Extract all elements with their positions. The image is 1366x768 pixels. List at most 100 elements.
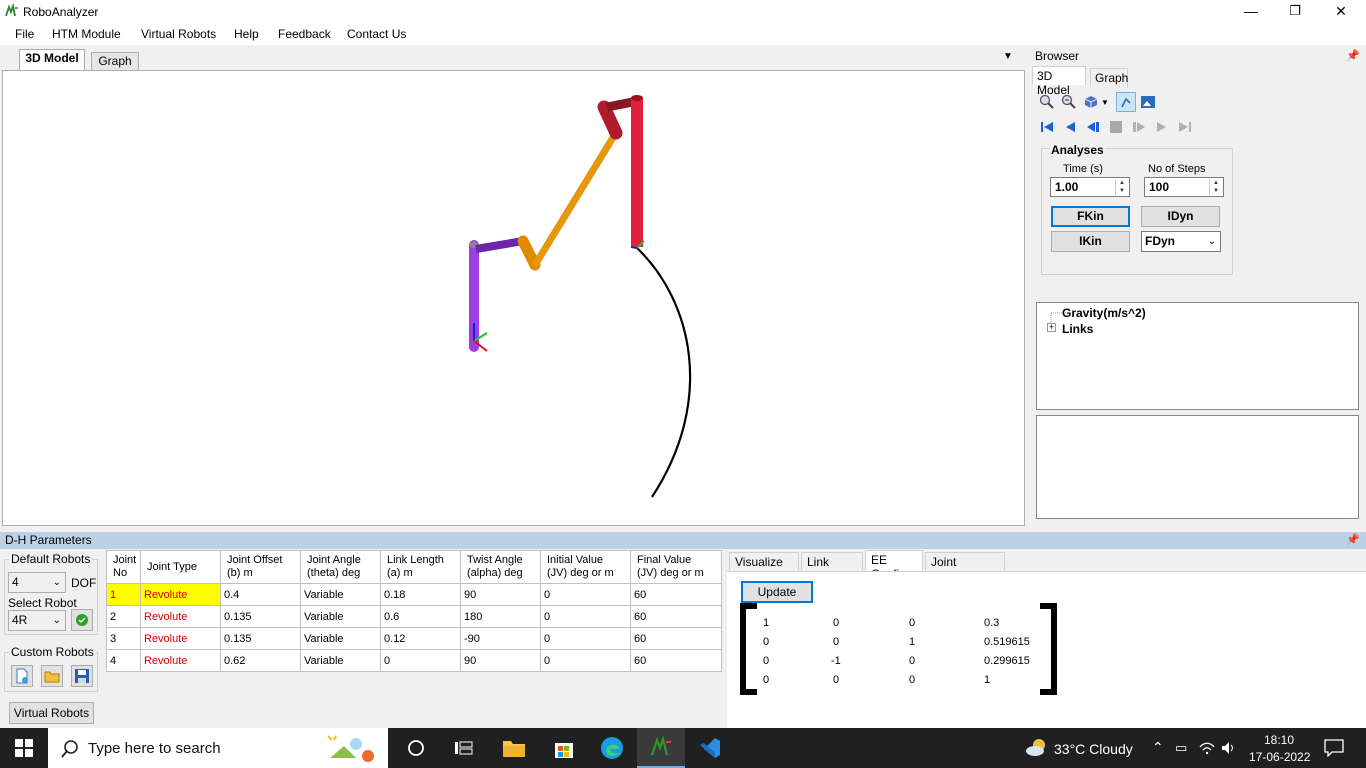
minimize-button[interactable]: — xyxy=(1228,0,1274,23)
new-robot-button[interactable] xyxy=(11,665,33,687)
tab-ee-config[interactable]: EE Config xyxy=(865,550,923,581)
frame-view-icon[interactable] xyxy=(1116,92,1136,112)
cell-joint-offset[interactable]: 0.135 xyxy=(220,627,301,650)
tab-dropdown-icon[interactable]: ▼ xyxy=(1003,51,1013,62)
cell-joint-offset[interactable]: 0.4 xyxy=(220,583,301,606)
cell-link-length[interactable]: 0 xyxy=(380,649,461,672)
menu-virtual-robots[interactable]: Virtual Robots xyxy=(141,27,216,41)
taskbar-search[interactable]: Type here to search xyxy=(48,728,388,768)
task-view-icon[interactable] xyxy=(392,728,440,768)
fdyn-select[interactable]: FDyn ⌄ xyxy=(1141,231,1221,252)
ikin-button[interactable]: IKin xyxy=(1051,231,1130,252)
open-robot-button[interactable] xyxy=(41,665,63,687)
screenshot-icon[interactable] xyxy=(1139,93,1157,111)
browser-tab-graph[interactable]: Graph xyxy=(1090,68,1128,87)
tree-node-links[interactable]: Links xyxy=(1062,322,1093,336)
cell-initial-value[interactable]: 0 xyxy=(540,583,631,606)
tray-chevron-icon[interactable]: ⌃ xyxy=(1152,739,1164,756)
cell-link-length[interactable]: 0.6 xyxy=(380,605,461,628)
stop-icon[interactable] xyxy=(1107,118,1125,136)
menu-contact-us[interactable]: Contact Us xyxy=(347,27,406,41)
robot-select[interactable]: 4R ⌄ xyxy=(8,610,66,631)
notifications-icon[interactable] xyxy=(1324,739,1344,757)
steps-input[interactable]: 100 ▲ ▼ xyxy=(1144,177,1224,197)
menu-feedback[interactable]: Feedback xyxy=(278,27,331,41)
cell-final-value[interactable]: 60 xyxy=(630,649,722,672)
wifi-icon[interactable] xyxy=(1199,741,1215,755)
spinner-arrows-icon[interactable]: ▲ ▼ xyxy=(1115,179,1128,195)
cell-link-length[interactable]: 0.12 xyxy=(380,627,461,650)
widgets-icon[interactable] xyxy=(440,728,488,768)
time-input[interactable]: 1.00 ▲ ▼ xyxy=(1050,177,1130,197)
cell-final-value[interactable]: 60 xyxy=(630,583,722,606)
save-robot-button[interactable] xyxy=(71,665,93,687)
tab-3d-model[interactable]: 3D Model xyxy=(19,49,85,70)
zoom-out-icon[interactable] xyxy=(1060,93,1078,111)
cell-twist-angle[interactable]: 180 xyxy=(460,605,541,628)
cell-joint-angle[interactable]: Variable xyxy=(300,627,381,650)
menu-htm-module[interactable]: HTM Module xyxy=(52,27,121,41)
model-tree[interactable]: Gravity(m/s^2) + Links xyxy=(1036,302,1359,410)
step-back-icon[interactable] xyxy=(1084,118,1102,136)
cell-final-value[interactable]: 60 xyxy=(630,605,722,628)
cell-joint-type[interactable]: Revolute xyxy=(140,583,221,606)
cell-twist-angle[interactable]: -90 xyxy=(460,627,541,650)
cell-joint-no[interactable]: 1 xyxy=(106,583,141,606)
cell-final-value[interactable]: 60 xyxy=(630,627,722,650)
view-dropdown-icon[interactable]: ▼ xyxy=(1100,93,1110,111)
cell-joint-offset[interactable]: 0.135 xyxy=(220,605,301,628)
vscode-icon[interactable] xyxy=(686,728,734,768)
step-forward-icon[interactable] xyxy=(1130,118,1148,136)
edge-browser-icon[interactable] xyxy=(588,728,636,768)
cell-joint-angle[interactable]: Variable xyxy=(300,583,381,606)
file-explorer-icon[interactable] xyxy=(490,728,538,768)
play-icon[interactable] xyxy=(1153,118,1171,136)
tab-joint-trajectory[interactable]: Joint Trajectory xyxy=(925,552,1005,583)
cell-joint-no[interactable]: 4 xyxy=(106,649,141,672)
3d-viewport[interactable] xyxy=(2,70,1025,526)
cell-joint-no[interactable]: 2 xyxy=(106,605,141,628)
pin-icon[interactable]: 📌 xyxy=(1346,532,1360,549)
battery-icon[interactable]: ▭ xyxy=(1175,740,1187,756)
update-button[interactable]: Update xyxy=(741,581,813,603)
roboanalyzer-taskbar-icon[interactable] xyxy=(637,728,685,768)
fkin-button[interactable]: FKin xyxy=(1051,206,1130,227)
cell-initial-value[interactable]: 0 xyxy=(540,605,631,628)
virtual-robots-button[interactable]: Virtual Robots xyxy=(9,702,94,724)
cell-initial-value[interactable]: 0 xyxy=(540,627,631,650)
menu-file[interactable]: File xyxy=(15,27,34,41)
cell-joint-type[interactable]: Revolute xyxy=(140,627,221,650)
tab-graph[interactable]: Graph xyxy=(91,52,139,70)
cell-joint-angle[interactable]: Variable xyxy=(300,649,381,672)
view-cube-icon[interactable] xyxy=(1082,93,1100,111)
cell-joint-type[interactable]: Revolute xyxy=(140,605,221,628)
zoom-in-icon[interactable] xyxy=(1038,93,1056,111)
tree-node-gravity[interactable]: Gravity(m/s^2) xyxy=(1062,306,1146,320)
windows-start-icon[interactable] xyxy=(0,728,48,768)
cell-link-length[interactable]: 0.18 xyxy=(380,583,461,606)
tab-visualize-dh[interactable]: Visualize DH xyxy=(729,552,799,583)
cell-joint-offset[interactable]: 0.62 xyxy=(220,649,301,672)
microsoft-store-icon[interactable] xyxy=(540,728,588,768)
pin-icon[interactable]: 📌 xyxy=(1346,48,1360,65)
last-frame-icon[interactable] xyxy=(1176,118,1194,136)
idyn-button[interactable]: IDyn xyxy=(1141,206,1220,227)
weather-text[interactable]: 33°C Cloudy xyxy=(1054,741,1133,757)
first-frame-icon[interactable] xyxy=(1038,118,1056,136)
dof-select[interactable]: 4 ⌄ xyxy=(8,572,66,593)
clock-time[interactable]: 18:10 xyxy=(1264,733,1294,747)
cell-twist-angle[interactable]: 90 xyxy=(460,649,541,672)
cell-joint-angle[interactable]: Variable xyxy=(300,605,381,628)
cell-joint-no[interactable]: 3 xyxy=(106,627,141,650)
apply-robot-button[interactable] xyxy=(71,609,93,631)
cell-initial-value[interactable]: 0 xyxy=(540,649,631,672)
close-button[interactable]: ✕ xyxy=(1318,0,1364,23)
spinner-arrows-icon[interactable]: ▲ ▼ xyxy=(1209,179,1222,195)
tab-link-config[interactable]: Link Config xyxy=(801,552,863,583)
maximize-button[interactable]: ❐ xyxy=(1272,0,1318,23)
browser-tab-3d-model[interactable]: 3D Model xyxy=(1032,66,1086,97)
clock-date[interactable]: 17-06-2022 xyxy=(1249,750,1310,764)
play-reverse-icon[interactable] xyxy=(1061,118,1079,136)
tree-expand-icon[interactable]: + xyxy=(1047,323,1056,332)
cell-joint-type[interactable]: Revolute xyxy=(140,649,221,672)
